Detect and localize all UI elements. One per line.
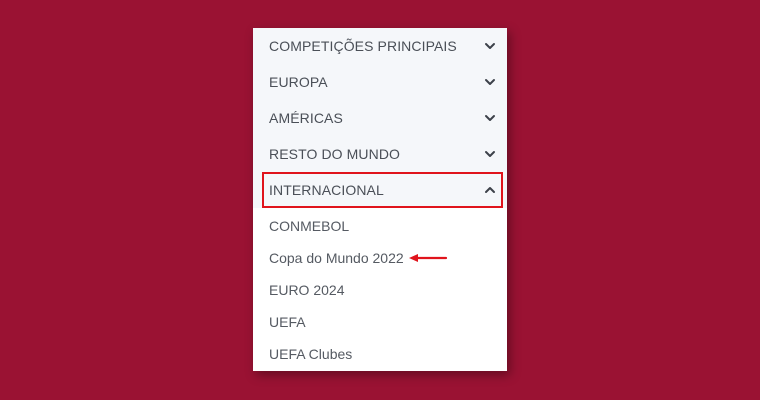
section-competicoes-principais[interactable]: COMPETIÇÕES PRINCIPAIS xyxy=(253,28,507,64)
section-list: COMPETIÇÕES PRINCIPAIS EUROPA AMÉRICAS R… xyxy=(253,28,507,208)
subitem-euro-2024[interactable]: EURO 2024 xyxy=(253,274,507,306)
subitem-label: EURO 2024 xyxy=(269,282,345,298)
section-label: INTERNACIONAL xyxy=(269,182,384,198)
subitem-uefa[interactable]: UEFA xyxy=(253,306,507,338)
section-label: EUROPA xyxy=(269,74,328,90)
subitem-label: UEFA xyxy=(269,314,306,330)
chevron-up-icon xyxy=(485,187,495,193)
arrow-left-icon xyxy=(409,254,448,262)
chevron-down-icon xyxy=(485,43,495,49)
section-label: COMPETIÇÕES PRINCIPAIS xyxy=(269,38,457,54)
subitem-uefa-clubes[interactable]: UEFA Clubes xyxy=(253,338,507,370)
section-resto-do-mundo[interactable]: RESTO DO MUNDO xyxy=(253,136,507,172)
section-internacional[interactable]: INTERNACIONAL xyxy=(262,172,503,208)
subitem-copa-do-mundo-2022[interactable]: Copa do Mundo 2022 xyxy=(253,242,507,274)
subitem-label: CONMEBOL xyxy=(269,218,350,234)
chevron-down-icon xyxy=(485,151,495,157)
subitem-label: Copa do Mundo 2022 xyxy=(269,250,404,266)
subitem-label: UEFA Clubes xyxy=(269,346,353,362)
section-europa[interactable]: EUROPA xyxy=(253,64,507,100)
section-americas[interactable]: AMÉRICAS xyxy=(253,100,507,136)
subitem-conmebol[interactable]: CONMEBOL xyxy=(253,210,507,242)
internacional-subitems: CONMEBOL Copa do Mundo 2022 EURO 2024 UE… xyxy=(253,208,507,370)
chevron-down-icon xyxy=(485,79,495,85)
section-label: AMÉRICAS xyxy=(269,110,343,126)
chevron-down-icon xyxy=(485,115,495,121)
section-label: RESTO DO MUNDO xyxy=(269,146,401,162)
competition-menu: COMPETIÇÕES PRINCIPAIS EUROPA AMÉRICAS R… xyxy=(253,28,507,371)
